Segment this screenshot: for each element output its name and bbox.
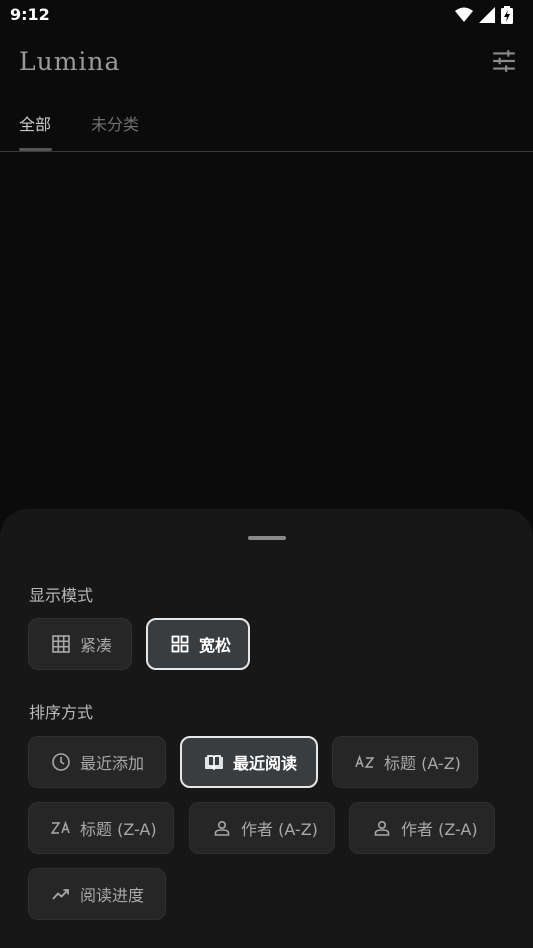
chip-label: 标题 (Z-A) <box>80 820 157 839</box>
sort-author-az-chip[interactable]: 作者 (A-Z) <box>189 802 335 854</box>
chip-label: 标题 (A-Z) <box>384 754 461 773</box>
open-book-icon <box>204 752 224 772</box>
chip-label: 最近添加 <box>80 754 145 773</box>
status-icons <box>455 6 513 24</box>
tab-uncategorized[interactable]: 未分类 <box>91 111 139 135</box>
battery-icon <box>501 6 513 24</box>
person-icon <box>372 818 392 838</box>
sort-recently-added-chip[interactable]: 最近添加 <box>28 736 166 788</box>
chip-label: 作者 (Z-A) <box>401 820 478 839</box>
grid-large-icon <box>170 634 190 654</box>
person-icon <box>212 818 232 838</box>
clock-icon <box>51 752 71 772</box>
chip-label: 宽松 <box>199 636 232 655</box>
grid-icon <box>51 634 71 654</box>
chip-label: 阅读进度 <box>80 886 145 905</box>
status-bar: 9:12 <box>0 0 533 30</box>
trending-icon <box>51 884 71 904</box>
sort-title-za-chip[interactable]: 标题 (Z-A) <box>28 802 174 854</box>
display-mode-title: 显示模式 <box>29 586 94 605</box>
sort-reading-progress-chip[interactable]: 阅读进度 <box>28 868 166 920</box>
chip-label: 作者 (A-Z) <box>241 820 318 839</box>
sort-title: 排序方式 <box>29 703 94 722</box>
status-time: 9:12 <box>10 5 50 24</box>
app-bar: Lumina <box>0 30 533 94</box>
signal-icon <box>479 7 495 23</box>
sort-za-icon <box>51 818 71 838</box>
display-comfortable-chip[interactable]: 宽松 <box>146 618 250 670</box>
sort-title-az-chip[interactable]: 标题 (A-Z) <box>332 736 478 788</box>
wifi-icon <box>455 7 473 22</box>
view-options-sheet: 显示模式 紧凑 宽松 排序方式 最近添加 最近阅读 标题 (A-Z) 标题 (Z… <box>0 509 533 948</box>
tab-indicator <box>19 148 52 151</box>
sort-az-icon <box>355 752 375 772</box>
chip-label: 紧凑 <box>80 636 113 655</box>
app-logo: Lumina <box>19 47 121 76</box>
display-compact-chip[interactable]: 紧凑 <box>28 618 132 670</box>
chip-label: 最近阅读 <box>233 754 298 773</box>
sort-author-za-chip[interactable]: 作者 (Z-A) <box>349 802 495 854</box>
tune-icon <box>493 50 515 72</box>
filter-settings-button[interactable] <box>491 48 517 74</box>
sort-recently-read-chip[interactable]: 最近阅读 <box>180 736 318 788</box>
tab-all[interactable]: 全部 <box>19 111 51 135</box>
sheet-drag-handle[interactable] <box>248 536 286 540</box>
category-tabs: 全部 未分类 <box>0 102 533 152</box>
